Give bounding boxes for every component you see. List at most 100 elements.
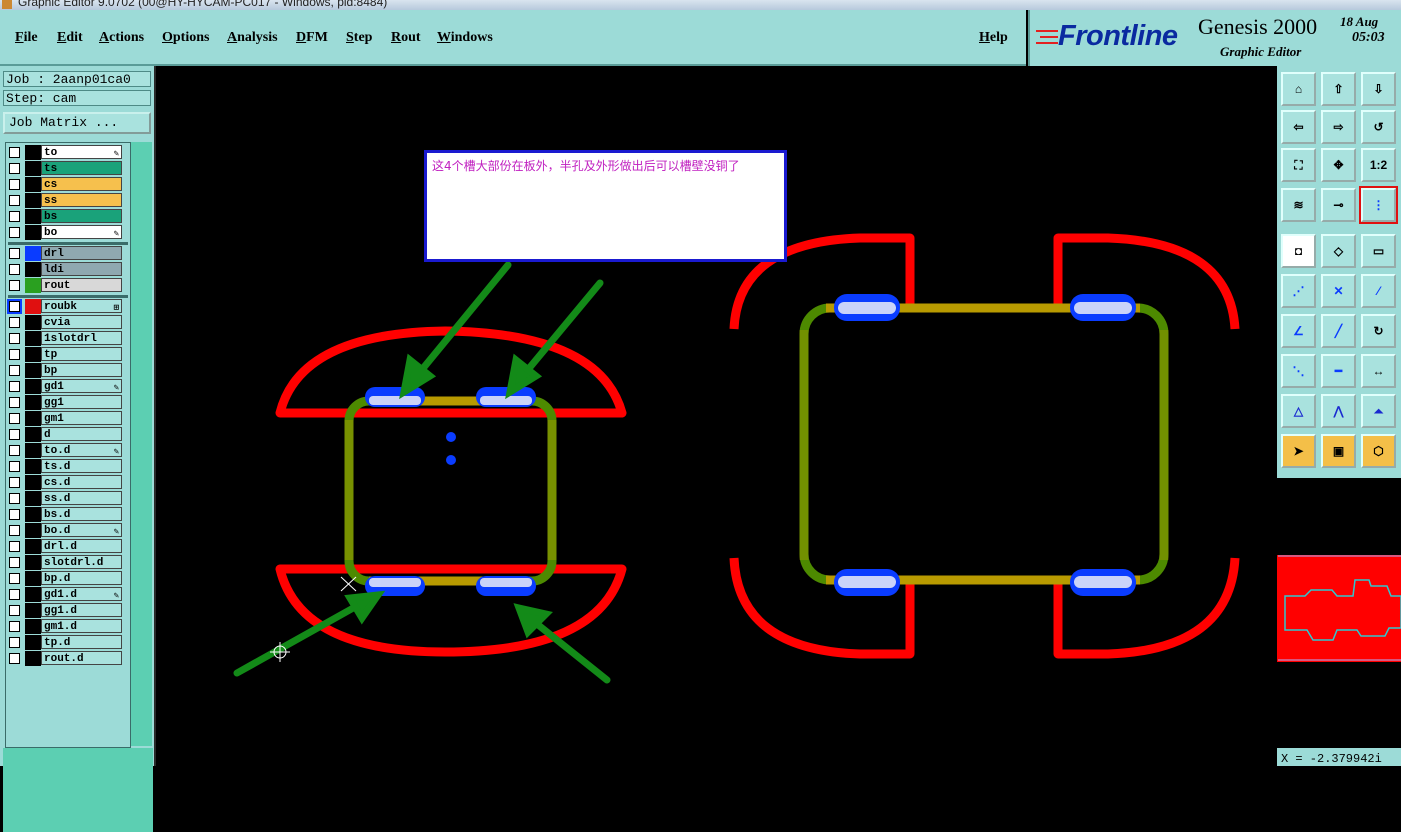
select-icon[interactable]: ➤: [1281, 434, 1316, 468]
layer-checkbox[interactable]: [9, 381, 20, 392]
layer-checkbox[interactable]: [9, 227, 20, 238]
layer-color-swatch[interactable]: [25, 507, 41, 522]
layer-name[interactable]: cs: [41, 177, 122, 191]
layer-row-d[interactable]: d: [6, 427, 130, 443]
layer-checkbox[interactable]: [9, 397, 20, 408]
layer-name[interactable]: gg1: [41, 395, 122, 409]
layer-color-swatch[interactable]: [25, 278, 41, 293]
layer-checkbox[interactable]: [9, 509, 20, 520]
layer-color-swatch[interactable]: [25, 555, 41, 570]
layer-checkbox[interactable]: [9, 317, 20, 328]
layer-row-drl[interactable]: drl: [6, 246, 130, 262]
layer-checkbox[interactable]: [9, 589, 20, 600]
point-icon[interactable]: ⁄: [1361, 274, 1396, 308]
layer-color-swatch[interactable]: [25, 571, 41, 586]
layer-row-bo[interactable]: bo ✎: [6, 225, 130, 241]
triangle-add-icon[interactable]: △: [1281, 394, 1316, 428]
shape-icon[interactable]: ◇: [1321, 234, 1356, 268]
layer-color-swatch[interactable]: [25, 443, 41, 458]
layer-row-cs-d[interactable]: cs.d: [6, 475, 130, 491]
page-down-icon[interactable]: ⇩: [1361, 72, 1396, 106]
layer-checkbox[interactable]: [9, 248, 20, 259]
layer-row-bp-d[interactable]: bp.d: [6, 571, 130, 587]
layer-row-gg1[interactable]: gg1: [6, 395, 130, 411]
menu-actions[interactable]: Actions: [99, 30, 144, 46]
layer-checkbox[interactable]: [9, 333, 20, 344]
layer-color-swatch[interactable]: [25, 491, 41, 506]
layer-checkbox[interactable]: [9, 493, 20, 504]
layer-row-1slotdrl[interactable]: 1slotdrl: [6, 331, 130, 347]
layer-color-swatch[interactable]: [25, 539, 41, 554]
menu-help[interactable]: Help: [979, 30, 1008, 46]
layer-color-swatch[interactable]: [25, 395, 41, 410]
menu-rout[interactable]: Rout: [391, 30, 421, 46]
layer-color-swatch[interactable]: [25, 603, 41, 618]
layer-color-swatch[interactable]: [25, 587, 41, 602]
layer-row-ss-d[interactable]: ss.d: [6, 491, 130, 507]
layer-checkbox[interactable]: [9, 349, 20, 360]
layer-name[interactable]: ss.d: [41, 491, 122, 505]
menu-windows[interactable]: Windows: [437, 30, 493, 46]
layer-color-swatch[interactable]: [25, 379, 41, 394]
layer-row-gm1[interactable]: gm1: [6, 411, 130, 427]
layer-name[interactable]: roubk ⊞: [41, 299, 122, 313]
frame-icon[interactable]: ◘: [1281, 234, 1316, 268]
layer-row-ts[interactable]: ts: [6, 161, 130, 177]
line-icon[interactable]: ╱: [1321, 314, 1356, 348]
menu-options[interactable]: Options: [162, 30, 209, 46]
layer-row-gd1-d[interactable]: gd1.d ✎: [6, 587, 130, 603]
home-icon[interactable]: ⌂: [1281, 72, 1316, 106]
layer-color-swatch[interactable]: [25, 363, 41, 378]
layer-checkbox[interactable]: [9, 179, 20, 190]
layer-name[interactable]: ts: [41, 161, 122, 175]
layer-row-ss[interactable]: ss: [6, 193, 130, 209]
layer-color-swatch[interactable]: [25, 262, 41, 277]
layer-checkbox[interactable]: [9, 163, 20, 174]
select-frame-icon[interactable]: ▣: [1321, 434, 1356, 468]
layer-name[interactable]: 1slotdrl: [41, 331, 122, 345]
layer-row-to[interactable]: to ✎: [6, 145, 130, 161]
layer-checkbox[interactable]: [9, 365, 20, 376]
layer-color-swatch[interactable]: [25, 299, 41, 314]
layer-name[interactable]: bp.d: [41, 571, 122, 585]
layer-checkbox[interactable]: [9, 211, 20, 222]
layer-color-swatch[interactable]: [25, 246, 41, 261]
layer-row-ldi[interactable]: ldi: [6, 262, 130, 278]
layer-checkbox[interactable]: [9, 541, 20, 552]
layer-checkbox[interactable]: [9, 280, 20, 291]
select-polygon-icon[interactable]: ⬡: [1361, 434, 1396, 468]
layer-row-drl-d[interactable]: drl.d: [6, 539, 130, 555]
layer-color-swatch[interactable]: [25, 427, 41, 442]
layer-checkbox[interactable]: [9, 461, 20, 472]
layer-name[interactable]: to.d ✎: [41, 443, 122, 457]
layer-checkbox[interactable]: [9, 429, 20, 440]
layer-name[interactable]: ss: [41, 193, 122, 207]
layer-checkbox[interactable]: [9, 445, 20, 456]
layer-name[interactable]: bs.d: [41, 507, 122, 521]
layer-name[interactable]: slotdrl.d: [41, 555, 122, 569]
layer-color-swatch[interactable]: [25, 209, 41, 224]
page-left-icon[interactable]: ⇦: [1281, 110, 1316, 144]
layer-name[interactable]: d: [41, 427, 122, 441]
layer-name[interactable]: drl.d: [41, 539, 122, 553]
angle-icon[interactable]: ∠: [1281, 314, 1316, 348]
layer-name[interactable]: ts.d: [41, 459, 122, 473]
layer-color-swatch[interactable]: [25, 177, 41, 192]
layer-color-swatch[interactable]: [25, 635, 41, 650]
layer-name[interactable]: tp: [41, 347, 122, 361]
layer-name[interactable]: gm1.d: [41, 619, 122, 633]
layer-checkbox[interactable]: [9, 653, 20, 664]
layer-color-swatch[interactable]: [25, 347, 41, 362]
layer-color-swatch[interactable]: [25, 161, 41, 176]
layer-row-roubk[interactable]: roubk ⊞: [6, 299, 130, 315]
job-matrix-button[interactable]: Job Matrix ...: [3, 112, 151, 134]
layer-row-cs[interactable]: cs: [6, 177, 130, 193]
menu-dfm[interactable]: DFM: [296, 30, 328, 46]
layer-row-gd1[interactable]: gd1 ✎: [6, 379, 130, 395]
layer-color-swatch[interactable]: [25, 145, 41, 160]
layer-checkbox[interactable]: [9, 557, 20, 568]
measure-icon[interactable]: ⊸: [1321, 188, 1356, 222]
layer-row-bp[interactable]: bp: [6, 363, 130, 379]
layer-name[interactable]: gd1 ✎: [41, 379, 122, 393]
layer-row-bs[interactable]: bs: [6, 209, 130, 225]
